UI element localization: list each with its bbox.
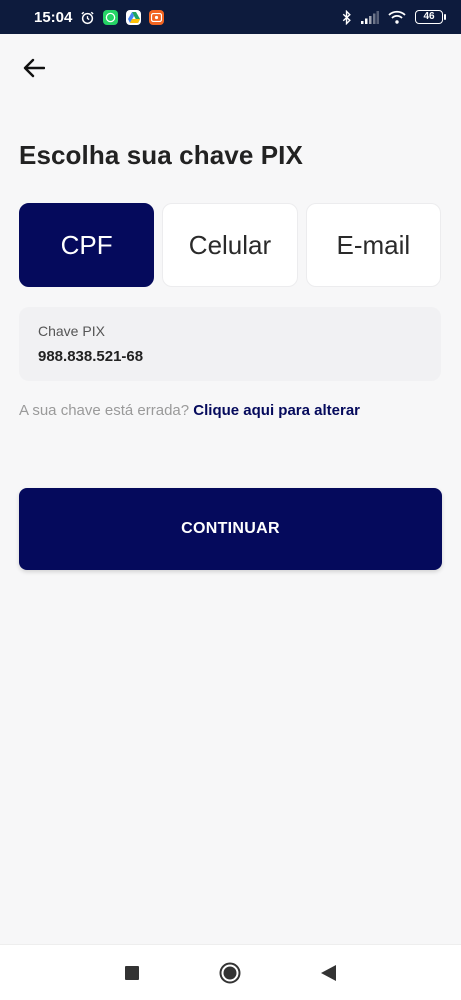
continue-button[interactable]: CONTINUAR: [19, 488, 442, 570]
status-left: 15:04: [34, 8, 165, 26]
key-type-celular[interactable]: Celular: [162, 203, 298, 287]
wifi-icon: [388, 10, 406, 24]
change-key-text: A sua chave está errada?: [19, 402, 190, 419]
arrow-left-icon: [23, 58, 45, 78]
back-icon[interactable]: [321, 964, 336, 981]
change-key-line: A sua chave está errada? Clique aqui par…: [19, 402, 360, 419]
pix-key-value: 988.838.521-68: [38, 348, 144, 365]
battery-icon: 46: [415, 10, 446, 24]
key-type-selector: CPF Celular E-mail: [19, 203, 441, 287]
status-time: 15:04: [34, 8, 73, 26]
alarm-icon: [80, 10, 95, 25]
recorder-icon: [149, 9, 165, 25]
recent-apps-icon[interactable]: [125, 965, 139, 980]
signal-icon: [361, 10, 379, 24]
status-bar: 15:04 46: [0, 0, 461, 34]
key-type-cpf[interactable]: CPF: [19, 203, 155, 287]
pix-key-field: Chave PIX 988.838.521-68: [19, 307, 441, 381]
navigation-bar: [0, 944, 461, 1000]
bluetooth-icon: [342, 9, 352, 25]
whatsapp-icon: [103, 9, 119, 25]
change-key-link[interactable]: Clique aqui para alterar: [193, 402, 360, 419]
drive-icon: [126, 9, 142, 25]
page-title: Escolha sua chave PIX: [19, 140, 303, 170]
back-button[interactable]: [18, 52, 50, 84]
pix-key-label: Chave PIX: [38, 323, 105, 339]
home-icon[interactable]: [219, 962, 241, 984]
key-type-email[interactable]: E-mail: [305, 203, 441, 287]
status-right: 46: [342, 9, 446, 25]
